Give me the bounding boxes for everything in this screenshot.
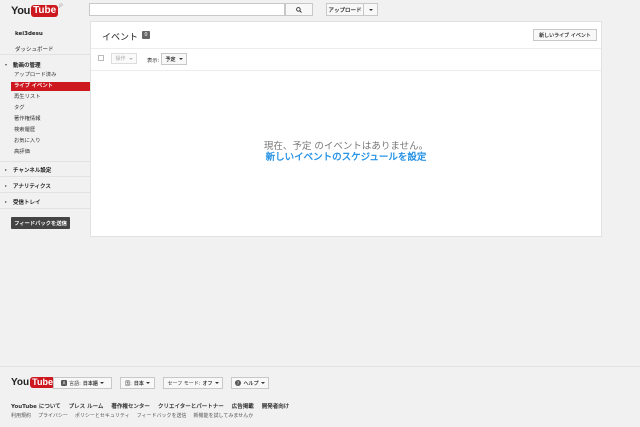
sidebar-item-liked[interactable]: 高評価 [11,148,90,157]
sidebar-item-tags[interactable]: タグ [11,104,90,113]
footer-links: YouTube について プレス ルーム 著作権センター クリエイターとパートナ… [11,402,289,410]
sidebar-item-dashboard[interactable]: ダッシュボード [15,45,54,53]
sidebar-section-label: アナリティクス [13,184,51,190]
footer-sublink[interactable]: フィードバックを送信 [137,412,187,419]
safety-label: セーフ モード: [167,380,201,387]
search-icon [296,6,302,13]
chevron-down-icon [214,382,219,384]
sidebar-section-video-manager[interactable]: 動画の管理 [5,61,41,69]
footer-link[interactable]: 著作権センター [111,402,150,410]
sidebar-section-analytics[interactable]: アナリティクス [5,182,51,190]
footer: You Tube A 言語: 日本語 国: 日本 セーフ モード: オフ ? ヘ… [0,366,640,427]
sidebar-divider [0,192,90,193]
chevron-down-icon [368,8,373,11]
sidebar-section-label: チャンネル設定 [13,168,52,174]
help-label: ヘルプ [243,380,259,387]
footer-sublink[interactable]: プライバシー [38,412,68,419]
upload-button[interactable]: アップロード [326,3,364,16]
footer-link[interactable]: YouTube について [11,402,61,410]
logo-tube-text: Tube [30,377,55,388]
sidebar-section-inbox[interactable]: 受信トレイ [5,198,41,206]
country-value: 日本 [133,380,144,387]
footer-sublink[interactable]: 新機能を試してみませんか [194,412,254,419]
top-header: You Tube JP アップロード [0,0,640,21]
sidebar-section-label: 動画の管理 [13,63,41,69]
chevron-down-icon [260,382,265,384]
sidebar-item-favorites[interactable]: お気に入り [11,137,90,146]
action-dropdown[interactable]: 操作 [111,53,137,64]
sidebar-divider [0,54,90,55]
chevron-down-icon [145,382,150,384]
logo-tube-text: Tube [31,4,59,17]
sidebar-username[interactable]: kei3desu [15,31,43,37]
logo-you-text: You [11,4,31,17]
sidebar-item-live-events[interactable]: ライブ イベント [11,82,90,91]
language-selector-button[interactable]: A 言語: 日本語 [53,377,112,389]
collapse-triangle-icon [5,185,7,187]
sidebar-section-channel-settings[interactable]: チャンネル設定 [5,166,51,174]
language-icon: A [61,380,68,386]
sidebar-item-uploads[interactable]: アップロード済み [11,71,90,80]
action-label: 操作 [115,56,126,62]
filter-dropdown[interactable]: 予定 [161,53,187,65]
chevron-down-icon [178,58,183,60]
main-panel: イベント 0 新しいライブ イベント 操作 表示: 予定 現在、予定 のイベント… [90,21,602,237]
logo-region: JP [59,3,63,8]
safety-value: オフ [202,380,213,387]
svg-text:A: A [63,381,66,386]
footer-link[interactable]: 広告掲載 [232,402,254,410]
sidebar-divider [0,161,90,162]
filter-value: 予定 [165,56,176,63]
search-button[interactable] [285,3,313,16]
sidebar-item-copyright[interactable]: 著作権情報 [11,115,90,124]
logo-you-text: You [11,377,30,388]
svg-text:?: ? [237,381,239,386]
event-count-badge: 0 [142,31,150,39]
sidebar-divider [0,208,90,209]
select-all-checkbox[interactable] [98,55,104,61]
search-input[interactable] [89,3,285,16]
footer-sublink[interactable]: ポリシーとセキュリティ [75,412,130,419]
new-live-event-button[interactable]: 新しいライブ イベント [533,29,597,41]
collapse-triangle-icon [5,201,7,203]
toolbar-divider [91,70,601,71]
collapse-triangle-icon [5,169,7,171]
youtube-logo[interactable]: You Tube JP [11,3,63,18]
language-value: 日本語 [82,380,98,387]
schedule-event-link[interactable]: 新しいイベントのスケジュールを設定 [91,149,601,163]
help-button[interactable]: ? ヘルプ [231,377,269,389]
sidebar-item-playlists[interactable]: 再生リスト [11,93,90,102]
safety-mode-button[interactable]: セーフ モード: オフ [163,377,223,389]
chevron-down-icon [99,382,104,384]
page-title: イベント [102,33,139,43]
footer-youtube-logo[interactable]: You Tube [11,377,55,388]
toolbar-divider [91,48,601,49]
country-prefix: 国: [125,380,132,387]
sidebar-section-label: 受信トレイ [13,200,41,206]
sidebar-item-search-history[interactable]: 検索履歴 [11,126,90,135]
chevron-down-icon [128,57,133,60]
footer-link[interactable]: プレス ルーム [69,402,104,410]
country-selector-button[interactable]: 国: 日本 [120,377,155,389]
footer-sublinks: 利用規約 プライバシー ポリシーとセキュリティ フィードバックを送信 新機能を試… [11,412,253,419]
help-icon: ? [235,380,242,386]
send-feedback-button[interactable]: フィードバックを送信 [11,217,70,229]
footer-link[interactable]: 開発者向け [262,402,290,410]
upload-dropdown-button[interactable] [364,3,378,16]
expand-triangle-icon [5,64,7,66]
footer-link[interactable]: クリエイターとパートナー [158,402,224,410]
sidebar-divider [0,176,90,177]
language-prefix: 言語: [69,380,81,387]
show-label: 表示: [147,58,160,64]
footer-sublink[interactable]: 利用規約 [11,412,31,419]
